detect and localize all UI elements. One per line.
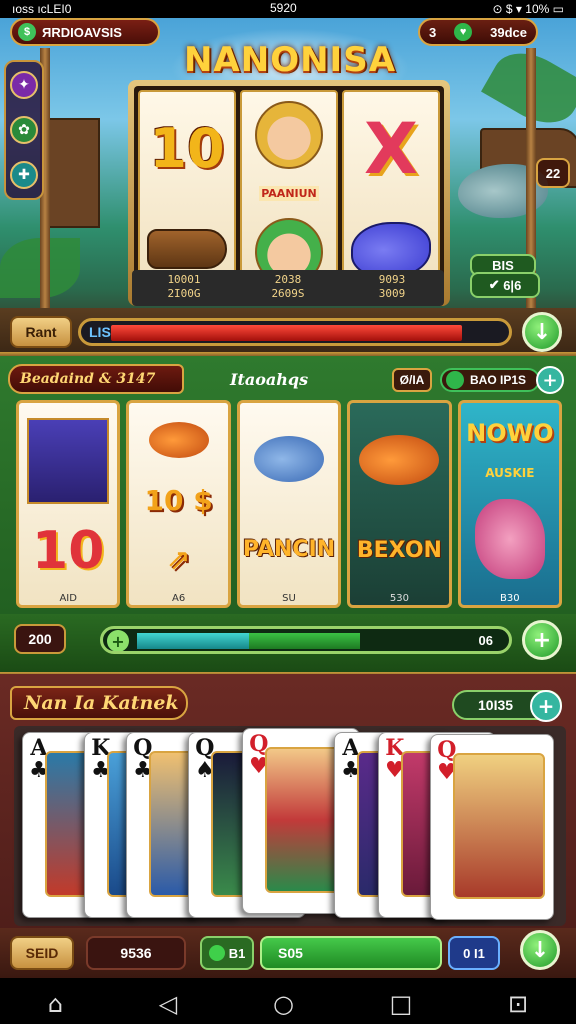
collect-button[interactable]: ↓ bbox=[520, 930, 560, 970]
card-word: PANCIN bbox=[242, 536, 336, 562]
card-value: 10 bbox=[32, 520, 105, 581]
status-center: 5920 bbox=[270, 1, 297, 15]
progress-label: LIS bbox=[89, 324, 111, 340]
progress-fill bbox=[111, 325, 462, 341]
cannon-symbol bbox=[147, 229, 227, 270]
card-section: Nan Ia Katnek 10I35 + A ♣ K ♣ Q ♣ Q ♠ Q ♥ A ♣ K… bbox=[0, 674, 576, 978]
slot-section-middle: Beadaind & 3147 Itaoahqs Ø/IA BAO IP1S +… bbox=[0, 356, 576, 674]
card-hand: A ♣ K ♣ Q ♣ Q ♠ Q ♥ A ♣ K ♥ Q ♥ bbox=[14, 726, 566, 926]
playing-card[interactable]: Q ♥ bbox=[430, 734, 554, 920]
reel-stat: 9093 3009 bbox=[378, 273, 406, 300]
gem-icon[interactable]: ✦ bbox=[10, 70, 38, 99]
top-control-bar: Rant LIS ↓ bbox=[0, 308, 576, 356]
status-left: ıoss ıcLEI0 bbox=[12, 2, 72, 16]
card-ten[interactable]: 10 $ ⇗ A6 bbox=[126, 400, 231, 608]
gem-balance[interactable]: BAO IP1S bbox=[440, 368, 540, 392]
card-value: 10 $ bbox=[144, 484, 213, 517]
card-footer: 530 bbox=[389, 593, 409, 604]
card-footer: B30 bbox=[500, 593, 520, 604]
chip-button[interactable]: B1 bbox=[200, 936, 254, 970]
symbol-ten: 10 bbox=[149, 116, 225, 180]
card-subtitle: AUSKIE bbox=[485, 465, 535, 480]
bottom-control-bar: SEID 9536 B1 S05 0 I1 ↓ bbox=[0, 928, 576, 978]
plus-icon[interactable]: + bbox=[107, 630, 129, 651]
system-nav-bar: ⌂ ◁ ○ □ ⊡ bbox=[0, 984, 576, 1024]
download-button[interactable]: ↓ bbox=[522, 312, 562, 352]
reel-2: PAANIUN bbox=[240, 90, 338, 296]
gem-icon bbox=[446, 371, 464, 389]
section-header: Beadaind & 3147 bbox=[8, 364, 184, 394]
blue-action-button[interactable]: 0 I1 bbox=[448, 936, 500, 970]
fish-icon bbox=[359, 435, 440, 486]
reel-stat: 10001 2I00G bbox=[167, 273, 201, 300]
battery-indicator: ⊙ $ ▾ 10% ▭ bbox=[492, 2, 564, 16]
card-nowo[interactable]: NOWO AUSKIE B30 bbox=[457, 400, 563, 608]
dollar-icon: $ bbox=[18, 23, 36, 41]
section-subtitle: Itaoahqs bbox=[230, 370, 309, 389]
game-name-label: ЯRDIOAVSIS bbox=[42, 24, 122, 40]
creature-icon bbox=[474, 499, 545, 580]
princess-symbol bbox=[255, 100, 323, 169]
card-word: BEXON bbox=[356, 537, 442, 563]
game-name-pill[interactable]: $ ЯRDIOAVSIS bbox=[10, 18, 160, 46]
status-bar: ıoss ıcLEI0 5920 ⊙ $ ▾ 10% ▭ bbox=[0, 0, 576, 18]
card-footer: A6 bbox=[172, 593, 186, 604]
card-hero[interactable]: 10 AID bbox=[16, 400, 121, 608]
send-button[interactable]: SEID bbox=[10, 936, 74, 970]
progress-fill-green bbox=[249, 633, 360, 649]
card-section-header: Nan Ia Katnek bbox=[10, 686, 188, 720]
progress-fill-cyan bbox=[137, 633, 249, 649]
hero-portrait bbox=[27, 417, 110, 504]
check-icon: ✔ bbox=[488, 277, 504, 292]
recents-icon[interactable]: □ bbox=[390, 990, 413, 1018]
card-pancin[interactable]: PANCIN SU bbox=[236, 400, 342, 608]
middle-control-bar: 200 + 06 + bbox=[0, 614, 576, 674]
side-toolbar: ✦ ✿ ✚ bbox=[4, 60, 44, 200]
home-icon[interactable]: ⌂ bbox=[48, 990, 63, 1018]
progress-value: 06 bbox=[478, 633, 493, 648]
reel-3: X bbox=[342, 90, 440, 296]
game-title: NANONISA bbox=[183, 40, 397, 80]
add-bet-button[interactable]: + bbox=[522, 620, 562, 660]
coin-balance[interactable]: 3 ♥ 39dce bbox=[418, 18, 538, 46]
back-icon[interactable]: ◁ bbox=[159, 990, 177, 1018]
add-icon[interactable]: + bbox=[530, 690, 562, 722]
reel-label: PAANIUN bbox=[259, 185, 319, 201]
add-button[interactable]: + bbox=[536, 366, 564, 394]
level-badge[interactable]: Ø/IA bbox=[392, 368, 432, 392]
card-art bbox=[453, 753, 545, 899]
heart-icon: ♥ bbox=[454, 23, 473, 41]
bonus-badge[interactable]: ✔ 6|6 bbox=[470, 272, 540, 298]
bet-value: 200 bbox=[14, 624, 66, 654]
arrow-icon: ⇗ bbox=[166, 543, 191, 576]
menu-icon[interactable]: ⊡ bbox=[508, 990, 528, 1018]
home-circle-icon[interactable]: ○ bbox=[273, 990, 294, 1018]
top-progress-bar: LIS bbox=[78, 318, 512, 346]
green-action-button[interactable]: S05 bbox=[260, 936, 442, 970]
symbol-x: X bbox=[364, 108, 418, 190]
reel-1: 10 bbox=[138, 90, 236, 296]
card-footer: SU bbox=[282, 593, 296, 604]
chip-icon bbox=[208, 945, 225, 961]
rank-button[interactable]: Rant bbox=[10, 316, 72, 348]
goldfish-icon bbox=[148, 422, 209, 458]
card-count[interactable]: 10I35 + bbox=[452, 690, 562, 722]
coin-count-left: 3 bbox=[428, 24, 437, 40]
card-footer: AID bbox=[59, 593, 77, 604]
bonus-icon[interactable]: ✚ bbox=[10, 161, 38, 190]
reel-cards: 10 AID 10 $ ⇗ A6 PANCIN SU BEXON 530 NOW… bbox=[16, 400, 563, 608]
reel-stats: 10001 2I00G 2038 2609S 9093 3009 bbox=[132, 270, 444, 306]
slot-section-top: $ ЯRDIOAVSIS 3 ♥ 39dce ✦ ✿ ✚ NANONISA 10… bbox=[0, 18, 576, 356]
coin-count-right: 39dce bbox=[490, 24, 527, 40]
side-badge[interactable]: 22 bbox=[536, 158, 570, 188]
reel-stat: 2038 2609S bbox=[271, 273, 305, 300]
middle-progress-bar: + 06 bbox=[100, 626, 512, 654]
card-bexon[interactable]: BEXON 530 bbox=[347, 400, 452, 608]
shark-icon bbox=[254, 436, 325, 483]
balance-display: 9536 bbox=[86, 936, 186, 970]
card-title: NOWO bbox=[466, 418, 554, 447]
settings-icon[interactable]: ✿ bbox=[10, 115, 38, 144]
